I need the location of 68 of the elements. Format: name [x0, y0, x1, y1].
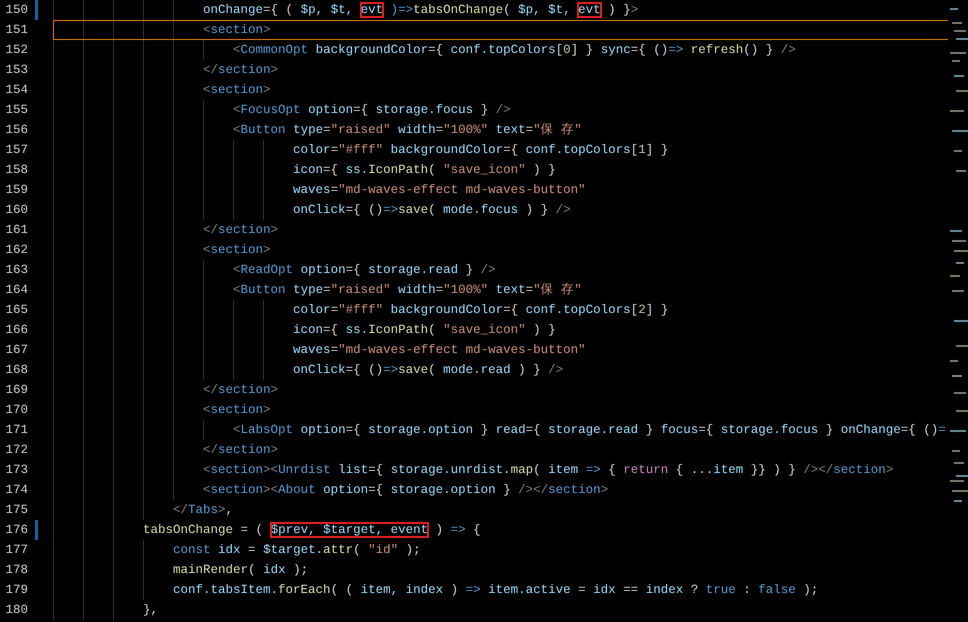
line-number: 176 [4, 522, 28, 539]
code-text: <CommonOpt backgroundColor={ conf.topColors[0] } sync={ ()=> refresh() } /> [232, 43, 796, 57]
code-text: }, [142, 603, 158, 617]
code-text: ) => { [434, 523, 481, 537]
line-number: 154 [4, 82, 28, 99]
code-text: color="#fff" backgroundColor={ conf.topColors[2] } [292, 303, 668, 317]
line-number: 163 [4, 262, 28, 279]
line-number: 169 [4, 382, 28, 399]
line-number: 160 [4, 202, 28, 219]
code-text: icon={ ss.IconPath( "save_icon" ) } [292, 323, 556, 337]
code-text: color="#fff" backgroundColor={ conf.topColors[1] } [292, 143, 668, 157]
line-number: 164 [4, 282, 28, 299]
code-text: <section> [202, 83, 271, 97]
code-text: </Tabs>, [172, 503, 234, 517]
line-number: 157 [4, 142, 28, 159]
code-text: <section><Unrdist list={ storage.unrdist.map( item => { return { ...item }} ) } /></section> [202, 463, 894, 477]
code-text: mainRender( idx ); [172, 563, 308, 577]
code-text: <ReadOpt option={ storage.read } /> [232, 263, 496, 277]
code-text: ) }> [607, 3, 638, 17]
code-text: <section> [202, 243, 271, 257]
code-text: <Button type="raised" width="100%" text="保 存" [232, 283, 582, 297]
line-number: 150 [4, 2, 28, 19]
code-text: onClick={ ()=>save( mode.read ) } /> [292, 363, 564, 377]
code-text: <section> [202, 23, 271, 37]
line-number: 151 [4, 22, 28, 39]
code-text: <LabsOpt option={ storage.option } read={ storage.read } focus={ storage.focus } onChange={ ()= [232, 423, 946, 437]
line-number: 165 [4, 302, 28, 319]
code-text: icon={ ss.IconPath( "save_icon" ) } [292, 163, 556, 177]
code-text: <FocusOpt option={ storage.focus } /> [232, 103, 511, 117]
line-number: 179 [4, 582, 28, 599]
line-number: 159 [4, 182, 28, 199]
line-number: 173 [4, 462, 28, 479]
code-text: <section><About option={ storage.option } /></section> [202, 483, 608, 497]
line-number: 167 [4, 342, 28, 359]
line-number: 170 [4, 402, 28, 419]
code-text: waves="md-waves-effect md-waves-button" [292, 183, 586, 197]
code-text: onClick={ ()=>save( mode.focus ) } /> [292, 203, 571, 217]
code-text: onChange={ ( $p, $t, [202, 3, 354, 17]
line-number: 171 [4, 422, 28, 439]
line-number: 180 [4, 602, 28, 619]
highlighted-code: $prev, $target, event [270, 523, 428, 537]
highlighted-code: evt [578, 3, 601, 17]
line-number: 178 [4, 562, 28, 579]
code-text: const idx = $target.attr( "id" ); [172, 543, 421, 557]
code-text: </section> [202, 63, 278, 77]
line-number: 153 [4, 62, 28, 79]
line-number: 168 [4, 362, 28, 379]
code-text: </section> [202, 383, 278, 397]
line-number: 166 [4, 322, 28, 339]
line-number: 177 [4, 542, 28, 559]
line-number: 155 [4, 102, 28, 119]
code-text: )=>tabsOnChange( $p, $t, [390, 3, 572, 17]
highlighted-code: evt [360, 3, 384, 17]
code-text: conf.tabsItem.forEach( ( item, index ) => item.active = idx == index ? true : false ); [172, 583, 818, 597]
code-text: tabsOnChange = ( [142, 523, 264, 537]
code-text: waves="md-waves-effect md-waves-button" [292, 343, 586, 357]
code-text: </section> [202, 443, 278, 457]
line-number: 174 [4, 482, 28, 499]
line-number: 156 [4, 122, 28, 139]
code-text: <section> [202, 403, 271, 417]
line-number: 162 [4, 242, 28, 259]
line-number: 161 [4, 222, 28, 239]
line-number: 158 [4, 162, 28, 179]
code-text: </section> [202, 223, 278, 237]
line-number: 175 [4, 502, 28, 519]
line-number: 152 [4, 42, 28, 59]
line-number: 172 [4, 442, 28, 459]
code-text: <Button type="raised" width="100%" text="保 存" [232, 123, 582, 137]
